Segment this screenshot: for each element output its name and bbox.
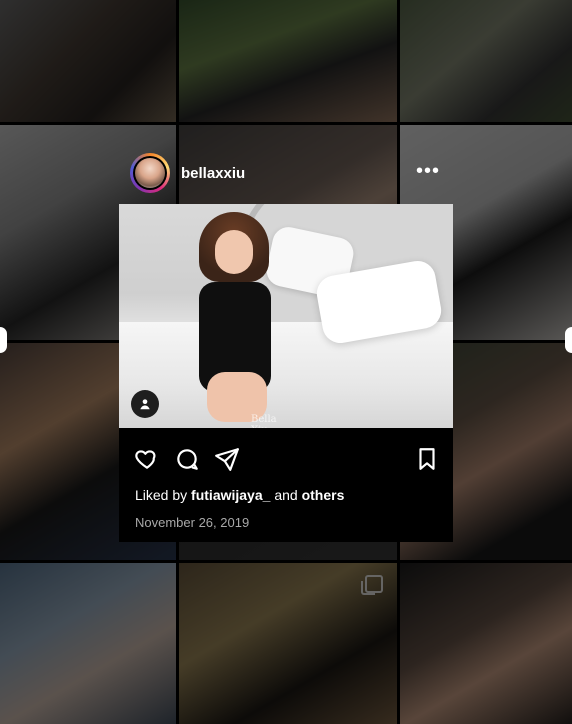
- grid-photo[interactable]: [179, 0, 397, 122]
- avatar-image: [135, 158, 165, 188]
- likes-prefix: Liked by: [135, 487, 188, 503]
- previous-arrow-button[interactable]: [0, 327, 7, 353]
- liked-by-user-link[interactable]: futiawijaya_: [191, 487, 270, 503]
- post-preview-card: Bella Xiu: [119, 204, 453, 542]
- carousel-icon: [361, 575, 383, 595]
- username[interactable]: bellaxxiu: [181, 165, 245, 182]
- next-arrow-button[interactable]: [565, 327, 572, 353]
- photo-signature: Bella Xiu: [251, 414, 277, 428]
- others-link[interactable]: others: [302, 487, 345, 503]
- grid-photo[interactable]: [400, 0, 572, 122]
- grid-photo[interactable]: [179, 563, 397, 724]
- more-horizontal-icon[interactable]: •••: [416, 161, 440, 181]
- grid-photo[interactable]: [0, 0, 176, 122]
- bookmark-icon[interactable]: [413, 445, 441, 473]
- comment-icon[interactable]: [173, 445, 201, 473]
- send-icon[interactable]: [213, 445, 241, 473]
- likes-joiner: and: [274, 487, 298, 503]
- avatar-inner: [133, 156, 167, 190]
- post-photo[interactable]: Bella Xiu: [119, 204, 453, 428]
- bed: [119, 322, 453, 428]
- person-icon[interactable]: [131, 390, 159, 418]
- likes-line: Liked by futiawijaya_ and others: [135, 487, 344, 503]
- grid-photo[interactable]: [0, 563, 176, 724]
- grid-photo[interactable]: [400, 563, 572, 724]
- post-header: bellaxxiu •••: [130, 150, 450, 196]
- post-actions: [119, 445, 453, 475]
- heart-icon[interactable]: [133, 445, 161, 473]
- post-date: November 26, 2019: [135, 515, 250, 530]
- profile-grid-view: bellaxxiu ••• Bella Xiu: [0, 0, 572, 724]
- avatar[interactable]: [130, 153, 170, 193]
- face: [215, 230, 253, 274]
- person: [189, 212, 279, 422]
